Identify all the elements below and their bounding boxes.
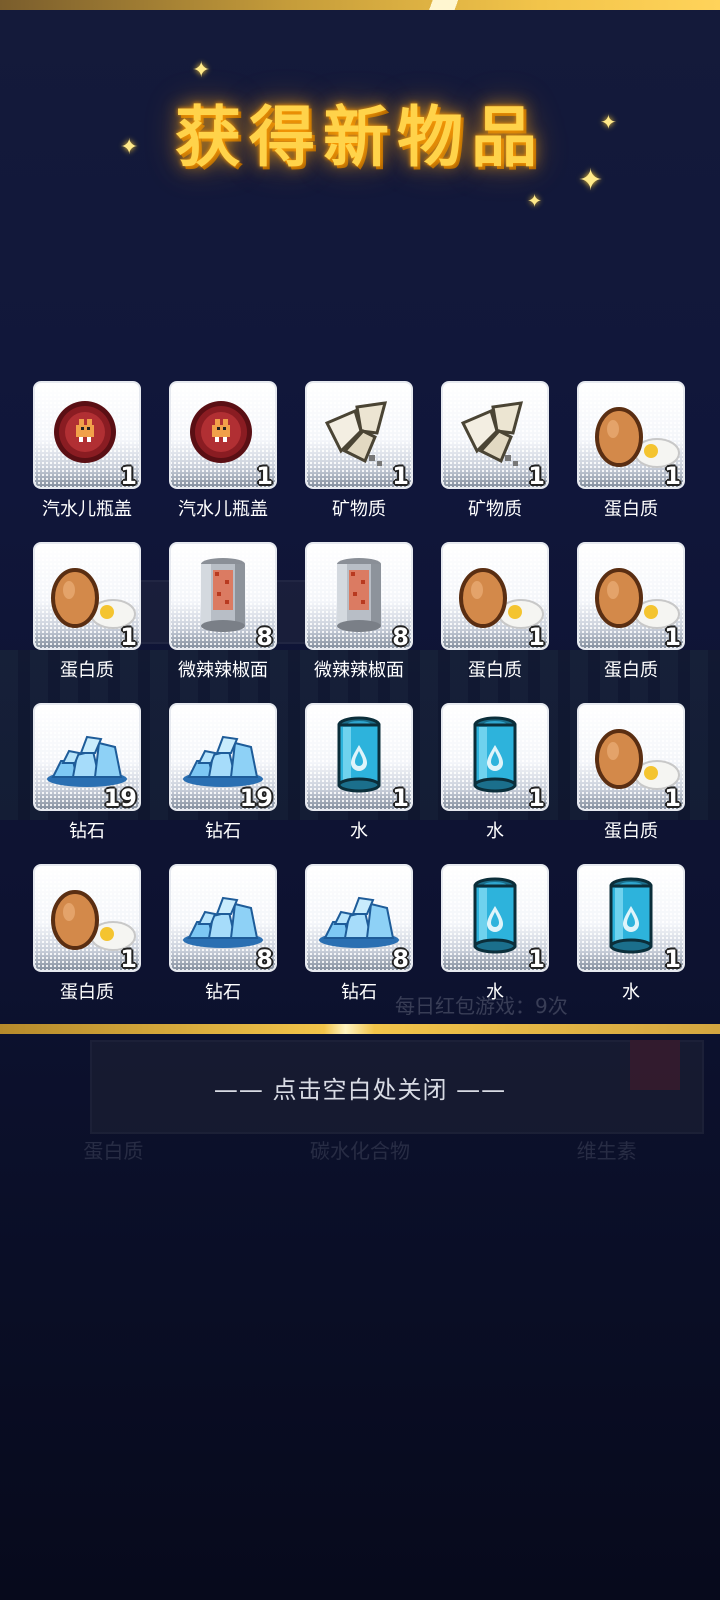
background-label: 碳水化合物 <box>309 1139 410 1163</box>
reward-item-label: 汽水儿瓶盖 <box>178 499 268 520</box>
reward-item-count: 8 <box>256 622 273 650</box>
reward-item[interactable]: 1水 <box>441 703 549 843</box>
reward-item-count: 19 <box>239 783 273 811</box>
reward-item-count: 1 <box>664 622 681 650</box>
reward-item-label: 汽水儿瓶盖 <box>42 499 132 520</box>
reward-item-card[interactable]: 1 <box>305 703 413 811</box>
reward-item-label: 水 <box>622 982 640 1003</box>
background-labels: 蛋白质 碳水化合物 维生素 <box>0 1135 720 1164</box>
reward-item[interactable]: 8 微辣辣椒面 <box>169 542 277 682</box>
reward-item-count: 8 <box>392 622 409 650</box>
reward-item-count: 1 <box>120 461 137 489</box>
reward-item-card[interactable]: 8 <box>169 864 277 972</box>
reward-item-label: 矿物质 <box>468 499 522 520</box>
reward-item-count: 1 <box>528 944 545 972</box>
reward-item-count: 1 <box>664 944 681 972</box>
reward-popup-screen[interactable]: 每日红包游戏：9次 蛋白质 碳水化合物 维生素 获得新物品 ✦ ✦ ✦ ✦ ✦ … <box>0 0 720 1600</box>
reward-item-label: 钻石 <box>205 982 241 1003</box>
reward-item-count: 1 <box>120 944 137 972</box>
reward-item-card[interactable]: 1 <box>441 703 549 811</box>
reward-item-count: 1 <box>256 461 273 489</box>
reward-item[interactable]: 1 矿物质 <box>305 381 413 521</box>
reward-item-count: 1 <box>528 461 545 489</box>
background-scene: 每日红包游戏：9次 蛋白质 碳水化合物 维生素 <box>0 560 720 1460</box>
sparkle-icon: ✦ <box>527 191 543 212</box>
sparkle-icon: ✦ <box>120 135 139 160</box>
reward-item-card[interactable]: 1 <box>441 864 549 972</box>
reward-item-label: 水 <box>350 821 368 842</box>
close-hint[interactable]: —— 点击空白处关闭 —— <box>0 1070 720 1105</box>
reward-item[interactable]: 1水 <box>305 703 413 843</box>
reward-item-card[interactable]: 1 <box>169 381 277 489</box>
reward-item-card[interactable]: 1 <box>577 542 685 650</box>
reward-item[interactable]: 1 蛋白质 <box>33 542 141 682</box>
reward-item[interactable]: 1 蛋白质 <box>441 542 549 682</box>
reward-item-count: 1 <box>392 461 409 489</box>
reward-item[interactable]: 1 蛋白质 <box>577 542 685 682</box>
reward-item-label: 矿物质 <box>332 499 386 520</box>
sparkle-icon: ✦ <box>578 163 604 198</box>
reward-item[interactable]: 8 钻石 <box>305 864 413 1004</box>
reward-item-count: 1 <box>392 783 409 811</box>
reward-item-label: 蛋白质 <box>60 660 114 681</box>
reward-item-label: 蛋白质 <box>604 499 658 520</box>
reward-item-label: 蛋白质 <box>604 660 658 681</box>
reward-item-card[interactable]: 19 <box>33 703 141 811</box>
reward-item-card[interactable]: 19 <box>169 703 277 811</box>
reward-item-count: 1 <box>664 783 681 811</box>
reward-item-card[interactable]: 1 <box>577 864 685 972</box>
reward-item-label: 水 <box>486 821 504 842</box>
reward-item[interactable]: 1 蛋白质 <box>577 703 685 843</box>
reward-item-card[interactable]: 1 <box>305 381 413 489</box>
reward-item-label: 蛋白质 <box>604 821 658 842</box>
sparkle-icon: ✦ <box>192 58 211 83</box>
reward-item-label: 蛋白质 <box>60 982 114 1003</box>
reward-item-card[interactable]: 1 <box>577 381 685 489</box>
reward-item[interactable]: 1水 <box>577 864 685 1004</box>
reward-item-label: 钻石 <box>69 821 105 842</box>
top-accent-bar <box>0 0 720 10</box>
reward-item-card[interactable]: 8 <box>305 542 413 650</box>
reward-item-card[interactable]: 8 <box>169 542 277 650</box>
reward-item-count: 19 <box>103 783 137 811</box>
reward-item-count: 1 <box>528 622 545 650</box>
reward-item-label: 水 <box>486 982 504 1003</box>
popup-title: 获得新物品 <box>175 99 545 176</box>
reward-item[interactable]: 1水 <box>441 864 549 1004</box>
reward-item-label: 钻石 <box>205 821 241 842</box>
background-label: 维生素 <box>576 1139 637 1163</box>
reward-item-label: 钻石 <box>341 982 377 1003</box>
reward-item[interactable]: 1 蛋白质 <box>33 864 141 1004</box>
reward-item-card[interactable]: 1 <box>577 703 685 811</box>
background-label: 蛋白质 <box>83 1139 144 1163</box>
reward-item[interactable]: 1 汽水儿瓶盖 <box>169 381 277 521</box>
reward-item-label: 蛋白质 <box>468 660 522 681</box>
reward-item-count: 1 <box>528 783 545 811</box>
reward-item-card[interactable]: 1 <box>441 542 549 650</box>
reward-item[interactable]: 8 钻石 <box>169 864 277 1004</box>
reward-item[interactable]: 19 钻石 <box>169 703 277 843</box>
reward-item[interactable]: 1 汽水儿瓶盖 <box>33 381 141 521</box>
reward-item-label: 微辣辣椒面 <box>314 660 404 681</box>
reward-item-card[interactable]: 1 <box>33 864 141 972</box>
reward-item-card[interactable]: 1 <box>33 542 141 650</box>
reward-item[interactable]: 8 微辣辣椒面 <box>305 542 413 682</box>
bottom-accent-bar <box>0 1024 720 1034</box>
sparkle-icon: ✦ <box>600 110 617 134</box>
reward-item-card[interactable]: 1 <box>441 381 549 489</box>
reward-item[interactable]: 19 钻石 <box>33 703 141 843</box>
reward-item-label: 微辣辣椒面 <box>178 660 268 681</box>
reward-item-count: 8 <box>392 944 409 972</box>
reward-item-count: 8 <box>256 944 273 972</box>
reward-item-count: 1 <box>664 461 681 489</box>
reward-item-count: 1 <box>120 622 137 650</box>
reward-item[interactable]: 1 矿物质 <box>441 381 549 521</box>
reward-item-card[interactable]: 1 <box>33 381 141 489</box>
reward-item[interactable]: 1 蛋白质 <box>577 381 685 521</box>
reward-item-card[interactable]: 8 <box>305 864 413 972</box>
